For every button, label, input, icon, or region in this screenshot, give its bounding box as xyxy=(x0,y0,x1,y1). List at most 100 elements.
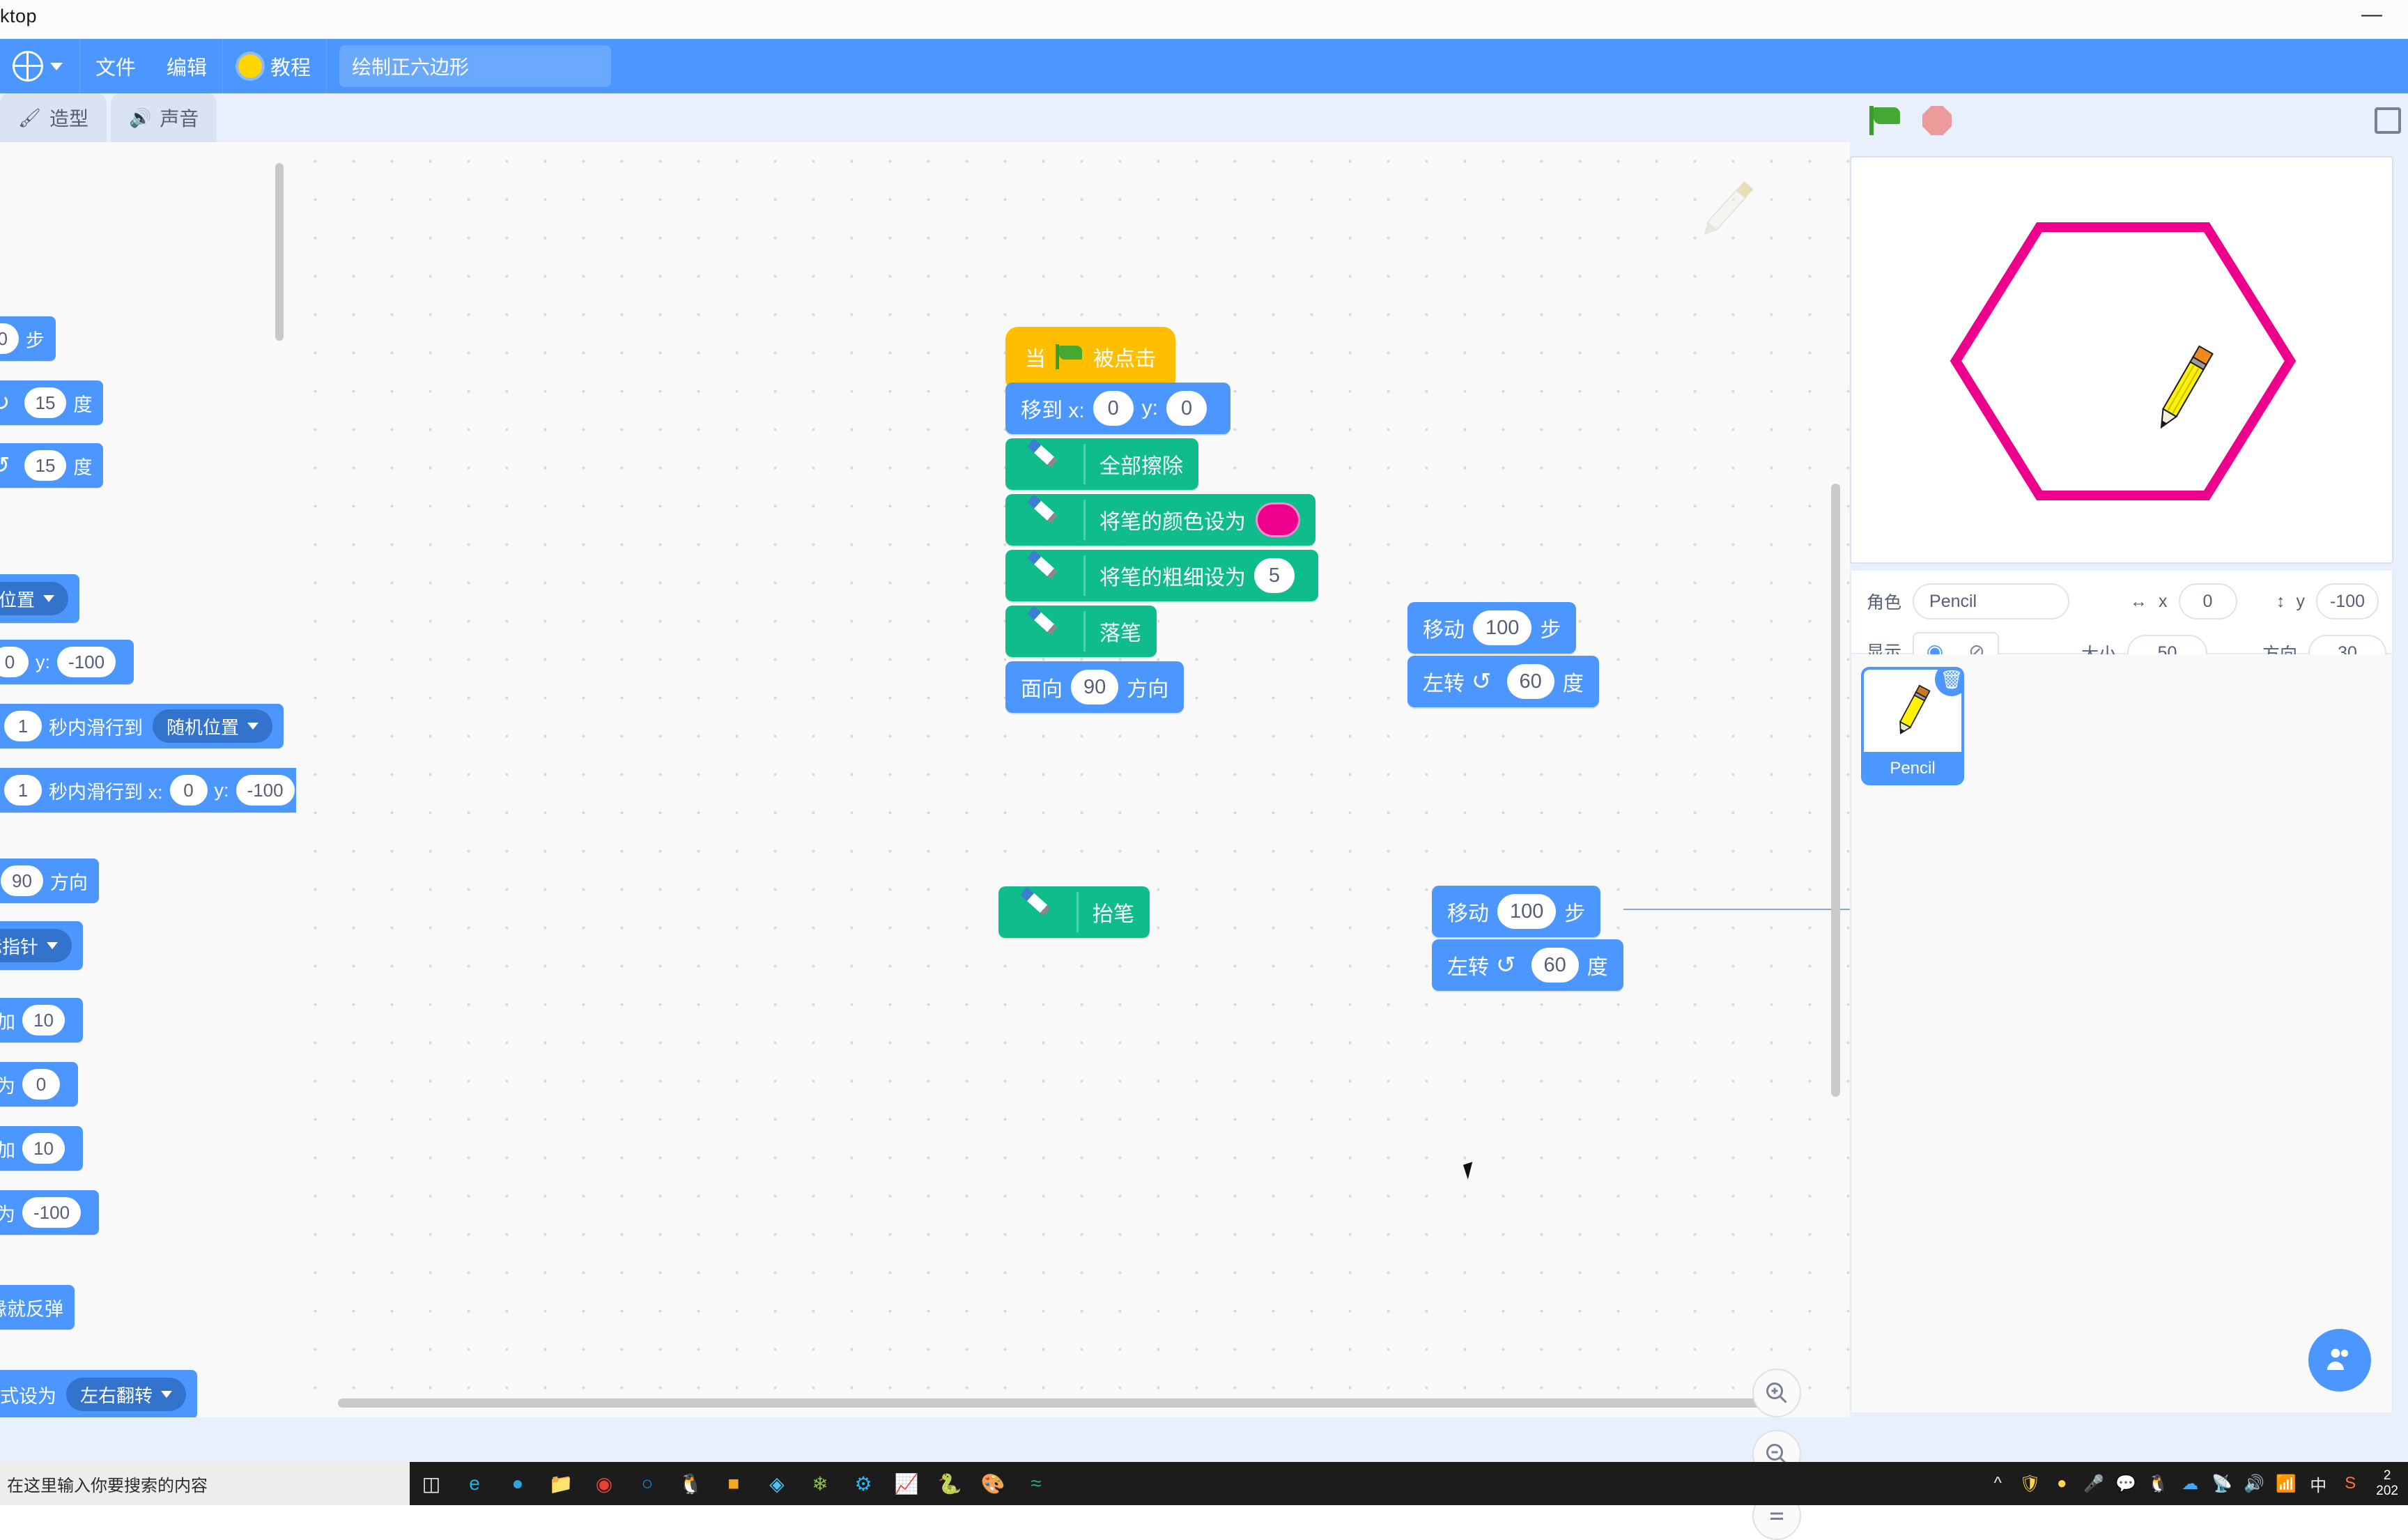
wave-icon[interactable]: ≈ xyxy=(1014,1462,1058,1505)
project-name-input[interactable]: 绘制正六边形 xyxy=(339,45,611,87)
palette-setx-value[interactable]: 0 xyxy=(22,1069,60,1100)
block-pen-up[interactable]: 抬笔 xyxy=(998,886,1150,938)
palette-block-set-x[interactable]: 标设为 0 xyxy=(0,1062,78,1107)
penguin-icon[interactable]: 🐧 xyxy=(669,1462,712,1505)
satellite-icon[interactable]: 📡 xyxy=(2206,1462,2238,1505)
sprite-name-input[interactable]: Pencil xyxy=(1913,583,2069,619)
code-canvas[interactable]: 当 被点击 移到 x: 0 y: 0 全部擦除 将笔的颜色设为 将笔的粗细设为 … xyxy=(296,142,1850,1417)
palette-block-goto-random[interactable]: 随机位置 xyxy=(0,574,79,623)
palette-gotoxy-y[interactable]: -100 xyxy=(57,647,116,677)
block-turn-left-1[interactable]: 左转 ↻ 60 度 xyxy=(1407,656,1599,707)
palette-glidexy-x[interactable]: 0 xyxy=(170,775,208,806)
palette-sety-value[interactable]: -100 xyxy=(22,1197,81,1228)
tab-sounds[interactable]: 🔊 声音 xyxy=(111,93,217,142)
sprite-x-input[interactable]: 0 xyxy=(2179,583,2237,619)
move-steps-1-value[interactable]: 100 xyxy=(1473,610,1531,645)
palette-gotoxy-x[interactable]: 0 xyxy=(0,647,29,677)
paint-icon[interactable]: 🎨 xyxy=(971,1462,1014,1505)
palette-block-turn-right[interactable]: ↻ 15 度 xyxy=(0,380,103,425)
sprite-y-input[interactable]: -100 xyxy=(2316,583,2379,619)
block-when-flag-clicked[interactable]: 当 被点击 xyxy=(1005,327,1175,387)
palette-rotation-dropdown[interactable]: 左右翻转 xyxy=(66,1378,186,1411)
taskbar-search-input[interactable]: 在这里输入你要搜索的内容 xyxy=(0,1462,410,1505)
palette-turn-left-value[interactable]: 15 xyxy=(24,450,67,481)
add-sprite-button[interactable] xyxy=(2308,1329,2371,1392)
sprite-card-pencil[interactable]: Pencil 🗑 xyxy=(1861,667,1964,785)
palette-block-change-y[interactable]: 标增加 10 xyxy=(0,1126,83,1171)
point-direction-value[interactable]: 90 xyxy=(1071,670,1118,704)
settings-icon[interactable]: ⚙ xyxy=(842,1462,885,1505)
palette-block-point-towards[interactable]: 鼠标指针 xyxy=(0,921,83,970)
chevron-up-icon[interactable]: ^ xyxy=(1982,1462,2014,1505)
palette-glide-dropdown[interactable]: 随机位置 xyxy=(153,709,272,743)
wechat-icon[interactable]: 💬 xyxy=(2110,1462,2142,1505)
internet-explorer-icon[interactable]: e xyxy=(453,1462,496,1505)
microphone-icon[interactable]: 🎤 xyxy=(2078,1462,2110,1505)
ime-icon[interactable]: 中 xyxy=(2302,1462,2334,1505)
yellow-icon[interactable]: ● xyxy=(2046,1462,2078,1505)
block-palette[interactable]: 10 步 ↻ 15 度 ↻ 15 度 随机位置 x: 0 y: -100 1 xyxy=(0,142,296,1417)
edge-icon[interactable]: ● xyxy=(496,1462,539,1505)
turn-left-1-value[interactable]: 60 xyxy=(1507,664,1554,699)
menu-file[interactable]: 文件 xyxy=(80,39,151,93)
canvas-horizontal-scrollbar[interactable] xyxy=(338,1399,1773,1408)
palette-glidexy-secs[interactable]: 1 xyxy=(4,775,42,806)
volume-icon[interactable]: 🔊 xyxy=(2238,1462,2270,1505)
task-view-icon[interactable]: ◫ xyxy=(410,1462,453,1505)
palette-move-value[interactable]: 10 xyxy=(0,323,19,354)
block-go-to-xy[interactable]: 移到 x: 0 y: 0 xyxy=(1005,383,1230,434)
language-menu[interactable] xyxy=(0,51,79,82)
palette-block-rotation-style[interactable]: 转方式设为 左右翻转 xyxy=(0,1370,197,1417)
block-turn-left-2[interactable]: 左转 ↻ 60 度 xyxy=(1432,939,1623,991)
qq-icon[interactable]: 🐧 xyxy=(2142,1462,2174,1505)
chrome-icon[interactable]: ◉ xyxy=(582,1462,626,1505)
fullscreen-icon[interactable] xyxy=(2375,107,2401,134)
palette-scrollbar[interactable] xyxy=(275,163,284,341)
palette-block-goto-xy[interactable]: x: 0 y: -100 xyxy=(0,640,134,684)
palette-point-value[interactable]: 90 xyxy=(1,865,43,896)
palette-block-bounce[interactable]: 边缘就反弹 xyxy=(0,1285,75,1330)
palette-glidexy-y[interactable]: -100 xyxy=(236,775,295,806)
zoom-in-button[interactable] xyxy=(1752,1369,1801,1417)
palette-block-move[interactable]: 10 步 xyxy=(0,316,56,361)
taskbar-clock[interactable]: 2 202 xyxy=(2366,1468,2408,1499)
window-minimize-button[interactable]: — xyxy=(2351,3,2393,31)
goto-xy-x[interactable]: 0 xyxy=(1093,391,1134,426)
menu-edit[interactable]: 编辑 xyxy=(151,39,222,93)
pencil-sprite[interactable] xyxy=(2154,346,2212,431)
block-set-pen-color[interactable]: 将笔的颜色设为 xyxy=(1005,494,1315,546)
sprite-list-pane[interactable]: Pencil 🗑 xyxy=(1850,654,2393,1414)
cloud-icon[interactable]: ☁ xyxy=(2174,1462,2206,1505)
palette-changex-value[interactable]: 10 xyxy=(22,1005,65,1035)
chart-icon[interactable]: 📈 xyxy=(885,1462,928,1505)
python-icon[interactable]: 🐍 xyxy=(928,1462,971,1505)
block-set-pen-size[interactable]: 将笔的粗细设为 5 xyxy=(1005,550,1318,601)
sogou-icon[interactable]: S xyxy=(2334,1462,2366,1505)
palette-glide-secs[interactable]: 1 xyxy=(4,711,42,741)
goto-xy-y[interactable]: 0 xyxy=(1166,391,1207,426)
move-steps-2-value[interactable]: 100 xyxy=(1497,894,1556,929)
shield-icon[interactable]: 🛡 xyxy=(2014,1462,2046,1505)
block-pen-down[interactable]: 落笔 xyxy=(1005,606,1157,657)
colorful-icon[interactable]: ❄ xyxy=(798,1462,842,1505)
menu-tutorial[interactable]: 教程 xyxy=(223,39,326,93)
palette-changey-value[interactable]: 10 xyxy=(22,1133,65,1164)
stop-button[interactable] xyxy=(1922,106,1952,135)
scratch-icon[interactable]: ■ xyxy=(712,1462,755,1505)
file-explorer-icon[interactable]: 📁 xyxy=(539,1462,582,1505)
turn-left-2-value[interactable]: 60 xyxy=(1531,948,1579,983)
palette-block-glide-xy[interactable]: 1 秒内滑行到 x: 0 y: -100 xyxy=(0,768,296,813)
tab-costumes[interactable]: 🖌 造型 xyxy=(0,93,107,142)
stage[interactable] xyxy=(1850,156,2393,564)
palette-block-glide-random[interactable]: 1 秒内滑行到 随机位置 xyxy=(0,704,284,748)
palette-block-turn-left[interactable]: ↻ 15 度 xyxy=(0,443,103,488)
canvas-vertical-scrollbar[interactable] xyxy=(1831,484,1840,1097)
apps-icon[interactable]: ◈ xyxy=(755,1462,798,1505)
pen-size-value[interactable]: 5 xyxy=(1254,558,1295,593)
qq-browser-icon[interactable]: ○ xyxy=(626,1462,669,1505)
palette-pointto-dropdown[interactable]: 鼠标指针 xyxy=(0,929,72,962)
green-flag-button[interactable] xyxy=(1869,106,1901,135)
block-erase-all[interactable]: 全部擦除 xyxy=(1005,438,1198,490)
block-move-steps-1[interactable]: 移动 100 步 xyxy=(1407,602,1576,654)
palette-turn-right-value[interactable]: 15 xyxy=(24,387,67,418)
